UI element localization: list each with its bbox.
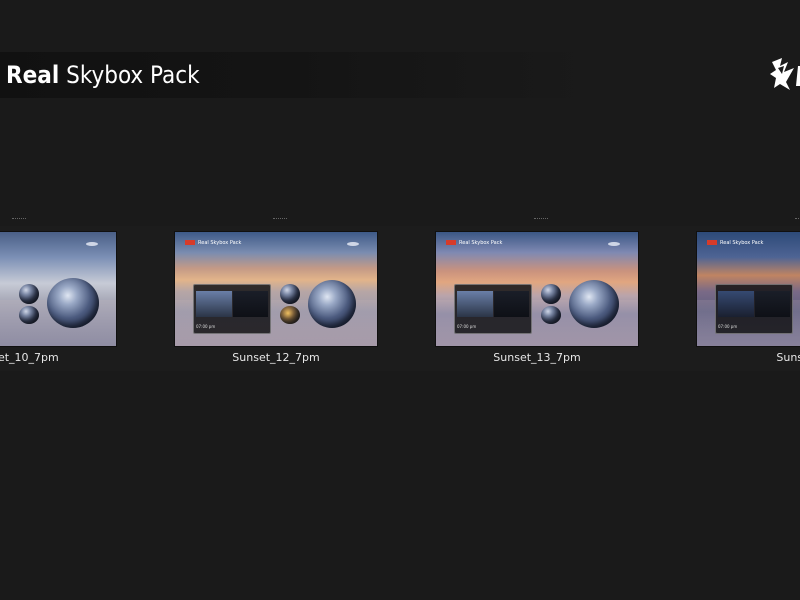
thumbnail-label: Sunset_12_7pm: [232, 351, 320, 364]
title-rest: Skybox Pack: [66, 61, 200, 89]
page-title: Real Skybox Pack: [6, 59, 200, 91]
thumbnail-card[interactable]: Real Skybox Pack 07:00 pm Sunset_: [697, 216, 800, 366]
thumbnail-image[interactable]: Real Skybox Pack 07:00 pm: [436, 232, 638, 346]
thumbnail-card[interactable]: Real Skybox Pack 07:00 pm Sunset_12_7pm: [175, 216, 377, 366]
title-bold: Real: [6, 61, 60, 89]
thumbnail-strip: [0, 226, 800, 371]
thumbnail-label: Sunset_: [776, 351, 800, 364]
thumbnail-image[interactable]: Real Skybox Pack 07:00 pm: [175, 232, 377, 346]
thumbnail-card[interactable]: Sunset_10_7pm: [0, 216, 116, 366]
brand-logo-icon: [768, 56, 800, 92]
thumbnail-image[interactable]: [0, 232, 116, 346]
thumbnail-label: Sunset_10_7pm: [0, 351, 59, 364]
thumbnail-image[interactable]: Real Skybox Pack 07:00 pm: [697, 232, 800, 346]
thumbnail-card[interactable]: Real Skybox Pack 07:00 pm Sunset_13_7pm: [436, 216, 638, 366]
thumbnail-label: Sunset_13_7pm: [493, 351, 581, 364]
